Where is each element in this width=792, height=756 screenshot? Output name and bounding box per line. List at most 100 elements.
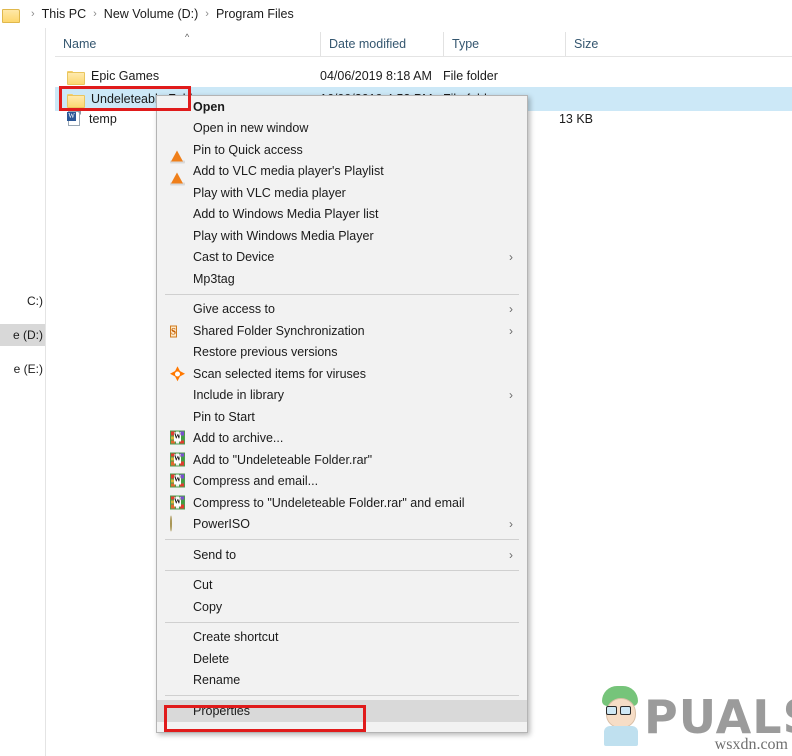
sidebar-item-local-disk-c[interactable]: C:) — [0, 290, 45, 312]
winrar-icon: W — [170, 452, 185, 467]
context-menu-item-compress-to-named-rar-and-email[interactable]: W Compress to "Undeleteable Folder.rar" … — [157, 492, 527, 514]
winrar-icon: W — [170, 430, 185, 446]
context-menu-item-label: Add to VLC media player's Playlist — [193, 164, 384, 179]
context-menu-item-play-with-wmp[interactable]: Play with Windows Media Player — [157, 225, 527, 247]
context-menu-item-label: Compress and email... — [193, 474, 319, 489]
chevron-right-icon: › — [509, 517, 513, 532]
context-menu-item-label: Pin to Quick access — [193, 142, 303, 157]
context-menu-item-compress-and-email[interactable]: W Compress and email... — [157, 471, 527, 493]
file-name-label: Epic Games — [91, 69, 160, 83]
context-menu-item-rename[interactable]: Rename — [157, 670, 527, 692]
context-menu-item-label: Open in new window — [193, 121, 309, 136]
column-header-label: Name — [63, 37, 97, 51]
context-menu-item-add-to-archive[interactable]: W Add to archive... — [157, 428, 527, 450]
context-menu-item-label: PowerISO — [193, 517, 250, 532]
context-menu-item-label: Scan selected items for viruses — [193, 366, 366, 381]
context-menu-item-label: Shared Folder Synchronization — [193, 323, 365, 338]
chevron-right-icon: › — [509, 323, 513, 338]
context-menu-item-copy[interactable]: Copy — [157, 596, 527, 618]
context-menu-item-create-shortcut[interactable]: Create shortcut — [157, 627, 527, 649]
folder-icon — [67, 69, 85, 85]
context-menu-item-label: Restore previous versions — [193, 345, 338, 360]
file-explorer-window: › This PC › New Volume (D:) › Program Fi… — [0, 0, 792, 756]
breadcrumb[interactable]: › This PC › New Volume (D:) › Program Fi… — [0, 0, 792, 28]
breadcrumb-separator-0: › — [31, 8, 35, 20]
navigation-sidebar[interactable]: C:) e (D:) e (E:) — [0, 28, 46, 756]
breadcrumb-item-this-pc[interactable]: This PC — [42, 7, 86, 21]
context-menu-item-label: Add to Windows Media Player list — [193, 207, 379, 222]
sidebar-item-new-volume-e[interactable]: e (E:) — [0, 358, 45, 380]
column-header-label: Type — [452, 37, 480, 51]
context-menu-item-give-access-to[interactable]: Give access to › — [157, 299, 527, 321]
context-menu-item-poweriso[interactable]: PowerISO › — [157, 514, 527, 536]
header-divider — [55, 56, 792, 57]
table-row[interactable]: Epic Games 04/06/2019 8:18 AM File folde… — [55, 64, 792, 88]
context-menu-item-pin-to-quick-access[interactable]: Pin to Quick access — [157, 139, 527, 161]
chevron-right-icon: › — [509, 547, 513, 562]
context-menu-item-label: Delete — [193, 651, 230, 666]
context-menu-item-label: Open — [193, 99, 225, 114]
file-name-cell: Epic Games — [67, 69, 160, 85]
column-header-label: Date modified — [329, 37, 407, 51]
context-menu-item-label: Pin to Start — [193, 409, 255, 424]
context-menu-separator — [165, 293, 519, 295]
context-menu-item-restore-previous-versions[interactable]: Restore previous versions — [157, 342, 527, 364]
sidebar-item-new-volume-d[interactable]: e (D:) — [0, 324, 45, 346]
file-name-label: temp — [89, 112, 117, 126]
date-modified-cell: 04/06/2019 8:18 AM — [320, 69, 432, 83]
context-menu-item-label: Properties — [193, 703, 250, 718]
context-menu-item-label: Rename — [193, 673, 241, 688]
breadcrumb-separator-1: › — [93, 8, 97, 20]
chevron-right-icon: › — [509, 388, 513, 403]
word-document-icon: W — [67, 111, 82, 127]
sidebar-item-label: e (E:) — [13, 362, 43, 376]
sidebar-item-label: C:) — [27, 294, 43, 308]
folder-icon — [2, 8, 20, 23]
context-menu-item-play-with-vlc[interactable]: Play with VLC media player — [157, 172, 527, 204]
context-menu-item-label: Mp3tag — [193, 271, 235, 286]
shared-folder-sync-icon: S — [170, 325, 178, 338]
context-menu-item-add-to-vlc-playlist[interactable]: Add to VLC media player's Playlist — [157, 150, 527, 183]
context-menu-item-open[interactable]: Open — [157, 96, 527, 118]
context-menu-separator — [165, 695, 519, 696]
context-menu-item-label: Include in library — [193, 388, 285, 403]
context-menu-item-pin-to-start[interactable]: Pin to Start — [157, 406, 527, 428]
context-menu-item-shared-folder-synchronization[interactable]: S Shared Folder Synchronization › — [157, 320, 527, 342]
context-menu-item-label: Copy — [193, 599, 223, 614]
column-header-label: Size — [574, 37, 599, 51]
context-menu[interactable]: Open Open in new window Pin to Quick acc… — [156, 95, 528, 733]
type-cell: File folder — [443, 69, 498, 83]
context-menu-item-add-to-named-rar[interactable]: W Add to "Undeleteable Folder.rar" — [157, 449, 527, 471]
context-menu-item-cast-to-device[interactable]: Cast to Device › — [157, 247, 527, 269]
context-menu-item-open-in-new-window[interactable]: Open in new window — [157, 118, 527, 140]
column-header-size[interactable]: Size — [565, 32, 655, 56]
breadcrumb-item-program-files[interactable]: Program Files — [216, 7, 294, 21]
column-header-type[interactable]: Type — [443, 32, 565, 56]
context-menu-item-properties[interactable]: Properties — [157, 700, 527, 722]
vlc-cone-icon — [170, 172, 185, 200]
file-name-cell: W temp — [67, 111, 117, 127]
poweriso-icon — [170, 515, 185, 532]
context-menu-item-cut[interactable]: Cut — [157, 575, 527, 597]
avast-icon — [170, 366, 185, 382]
context-menu-item-delete[interactable]: Delete — [157, 648, 527, 670]
column-header-name[interactable]: Name ^ — [55, 32, 320, 56]
chevron-right-icon: › — [509, 250, 513, 265]
context-menu-item-label: Cast to Device — [193, 250, 275, 265]
context-menu-item-label: Play with VLC media player — [193, 185, 346, 200]
chevron-right-icon: › — [509, 302, 513, 317]
context-menu-item-scan-for-viruses[interactable]: Scan selected items for viruses — [157, 363, 527, 385]
context-menu-item-label: Add to "Undeleteable Folder.rar" — [193, 452, 373, 467]
context-menu-item-mp3tag[interactable]: Mp3tag — [157, 268, 527, 290]
context-menu-item-label: Create shortcut — [193, 630, 279, 645]
sort-ascending-icon: ^ — [185, 32, 190, 42]
sidebar-item-label: e (D:) — [13, 328, 43, 342]
context-menu-item-send-to[interactable]: Send to › — [157, 544, 527, 566]
watermark: PUALS wsxdn.com — [600, 682, 792, 756]
column-header-date-modified[interactable]: Date modified — [320, 32, 443, 56]
breadcrumb-item-new-volume-d[interactable]: New Volume (D:) — [104, 7, 198, 21]
context-menu-item-label: Compress to "Undeleteable Folder.rar" an… — [193, 495, 465, 510]
context-menu-item-add-to-wmp-list[interactable]: Add to Windows Media Player list — [157, 204, 527, 226]
context-menu-separator — [165, 569, 519, 571]
context-menu-item-include-in-library[interactable]: Include in library › — [157, 385, 527, 407]
